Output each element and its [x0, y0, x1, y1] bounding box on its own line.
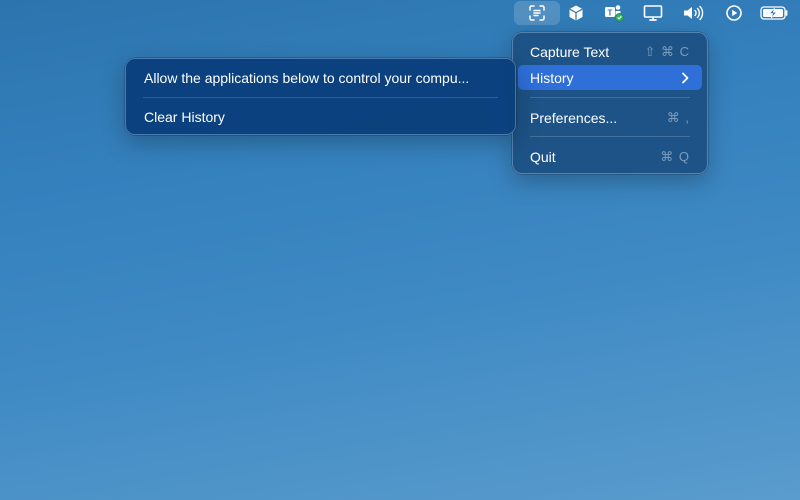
battery-charging-icon[interactable] [758, 0, 792, 26]
submenu-item-allow-applications[interactable]: Allow the applications below to control … [131, 65, 510, 90]
menu-separator [530, 97, 690, 98]
menu-item-preferences[interactable]: Preferences... ⌘ , [518, 105, 702, 130]
menu-item-label: Capture Text [530, 43, 610, 60]
menu-separator [143, 97, 498, 98]
menu-item-capture-text[interactable]: Capture Text ⇧ ⌘ C [518, 39, 702, 64]
volume-icon[interactable] [680, 0, 708, 26]
submenu-item-clear-history[interactable]: Clear History [131, 104, 510, 129]
menu-item-label: History [530, 69, 574, 86]
teams-icon[interactable]: T [600, 0, 628, 26]
menu-item-label: Quit [530, 148, 556, 165]
menu-bar: T [0, 0, 800, 26]
play-circle-icon[interactable] [722, 0, 746, 26]
menu-item-label: Preferences... [530, 109, 618, 126]
submenu-item-label: Allow the applications below to control … [144, 69, 470, 86]
display-icon[interactable] [640, 0, 666, 26]
chevron-right-icon [680, 72, 690, 84]
menu-separator [530, 136, 690, 137]
shortcut-label: ⇧ ⌘ C [644, 43, 690, 59]
svg-text:T: T [608, 8, 613, 17]
cube-icon[interactable] [564, 0, 588, 26]
text-capture-icon[interactable] [514, 1, 560, 25]
app-menu: Capture Text ⇧ ⌘ C History Preferences..… [512, 32, 708, 174]
history-submenu: Allow the applications below to control … [125, 58, 516, 135]
submenu-item-label: Clear History [144, 108, 225, 125]
shortcut-label: ⌘ , [666, 109, 690, 125]
shortcut-label: ⌘ Q [660, 148, 690, 164]
menu-item-history[interactable]: History [518, 65, 702, 90]
menu-item-quit[interactable]: Quit ⌘ Q [518, 144, 702, 169]
